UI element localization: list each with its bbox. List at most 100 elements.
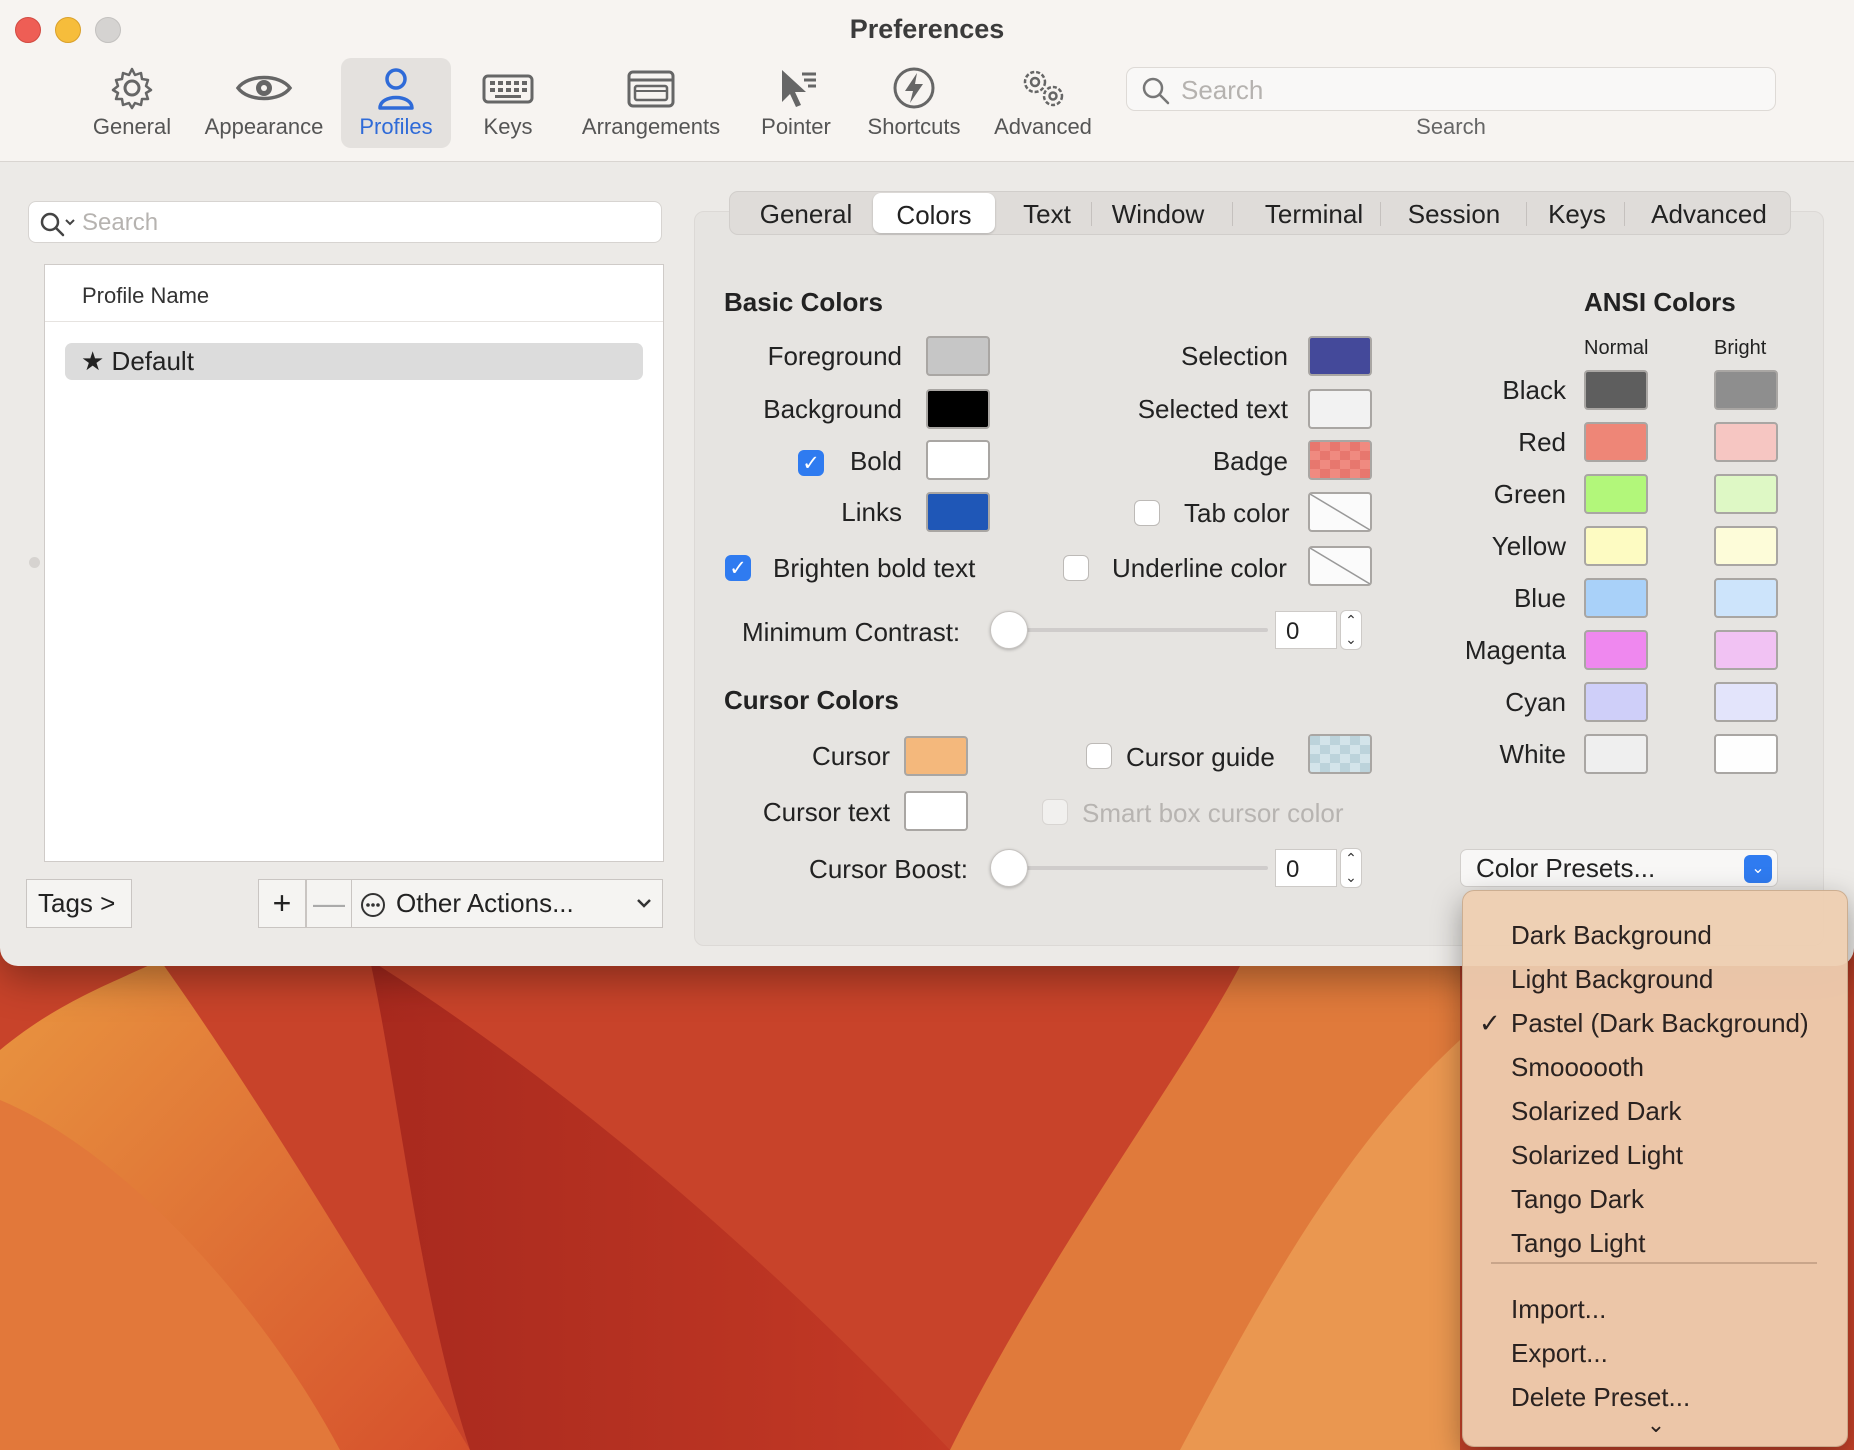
ansi-bright-green-well[interactable] (1714, 474, 1778, 514)
search-icon (40, 212, 75, 237)
ansi-normal-magenta-well[interactable] (1584, 630, 1648, 670)
toolbar-label: Arrangements (581, 114, 721, 139)
checker-pattern (1310, 442, 1370, 478)
cursor-boost-slider-track[interactable] (1012, 866, 1268, 870)
menu-item-dark-background[interactable]: Dark Background (1511, 920, 1712, 951)
toolbar-label: Profiles (359, 114, 433, 139)
ansi-bright-white-well[interactable] (1714, 734, 1778, 774)
badge-color-well[interactable] (1308, 440, 1372, 480)
menu-scroll-down-indicator[interactable]: ⌄ (1463, 1412, 1849, 1438)
underline-color-checkbox[interactable] (1063, 555, 1089, 581)
brighten-bold-checkbox[interactable]: ✓ (725, 555, 751, 581)
menu-item-export[interactable]: Export... (1511, 1338, 1608, 1369)
ansi-bright-blue-well[interactable] (1714, 578, 1778, 618)
ansi-normal-green-well[interactable] (1584, 474, 1648, 514)
ansi-bright-black-well[interactable] (1714, 370, 1778, 410)
color-presets-dropdown[interactable]: Color Presets... ⌄ (1460, 849, 1778, 887)
toolbar-search-field[interactable]: Search (1126, 67, 1776, 111)
tab-separator (1232, 202, 1233, 226)
tags-button[interactable]: Tags > (26, 879, 132, 928)
menu-item-tango-light[interactable]: Tango Light (1511, 1228, 1645, 1259)
split-handle[interactable] (29, 557, 40, 568)
ansi-normal-black-well[interactable] (1584, 370, 1648, 410)
window-arrangement-icon (627, 70, 675, 108)
search-placeholder: Search (82, 209, 159, 236)
tab-terminal[interactable]: Terminal (1244, 192, 1384, 234)
ansi-normal-yellow-well[interactable] (1584, 526, 1648, 566)
ansi-normal-white-well[interactable] (1584, 734, 1648, 774)
ansi-bright-magenta-well[interactable] (1714, 630, 1778, 670)
cursor-colors-heading: Cursor Colors (724, 685, 899, 715)
min-contrast-stepper[interactable]: ⌃ ⌄ (1340, 610, 1362, 650)
ansi-normal-header: Normal (1584, 337, 1649, 359)
tab-separator (1526, 202, 1527, 226)
bold-checkbox[interactable]: ✓ (798, 450, 824, 476)
profile-name-column-header[interactable]: Profile Name (45, 265, 663, 322)
bold-label: Bold (849, 446, 902, 476)
toolbar-keys[interactable]: Keys (468, 58, 548, 148)
toolbar-profiles[interactable]: Profiles (341, 58, 451, 148)
menu-item-import[interactable]: Import... (1511, 1294, 1606, 1325)
add-profile-button[interactable]: + (258, 879, 306, 928)
toolbar-arrangements[interactable]: Arrangements (574, 58, 728, 148)
toolbar-advanced[interactable]: Advanced (990, 58, 1096, 148)
toolbar-shortcuts[interactable]: Shortcuts (862, 58, 966, 148)
tab-session[interactable]: Session (1390, 192, 1518, 234)
tab-keys[interactable]: Keys (1536, 192, 1618, 234)
menu-item-pastel-dark-background[interactable]: Pastel (Dark Background) (1511, 1008, 1809, 1039)
smart-box-cursor-checkbox[interactable] (1042, 799, 1068, 825)
selected-text-color-well[interactable] (1308, 389, 1372, 429)
chevron-down-icon (637, 899, 651, 908)
toolbar-general[interactable]: General (80, 58, 184, 148)
tab-window[interactable]: Window (1102, 192, 1214, 234)
selection-color-well[interactable] (1308, 336, 1372, 376)
toolbar-pointer[interactable]: Pointer (750, 58, 842, 148)
foreground-label: Foreground (767, 341, 902, 371)
links-label: Links (841, 497, 902, 527)
menu-item-tango-dark[interactable]: Tango Dark (1511, 1184, 1644, 1215)
menu-item-solarized-light[interactable]: Solarized Light (1511, 1140, 1683, 1171)
ansi-bright-red-well[interactable] (1714, 422, 1778, 462)
tab-colors[interactable]: Colors (873, 193, 995, 233)
ansi-normal-red-well[interactable] (1584, 422, 1648, 462)
ansi-bright-yellow-well[interactable] (1714, 526, 1778, 566)
cursor-boost-stepper[interactable]: ⌃ ⌄ (1340, 848, 1362, 888)
menu-item-light-background[interactable]: Light Background (1511, 964, 1713, 995)
underline-color-well[interactable] (1308, 546, 1372, 586)
min-contrast-field[interactable]: 0 (1275, 611, 1337, 649)
ansi-normal-blue-well[interactable] (1584, 578, 1648, 618)
menu-item-delete-preset[interactable]: Delete Preset... (1511, 1382, 1690, 1413)
profile-row-default[interactable]: ★ Default (65, 343, 643, 380)
links-color-well[interactable] (926, 492, 990, 532)
ansi-label-cyan: Cyan (1505, 687, 1566, 717)
profile-search-field[interactable]: Search (28, 201, 662, 243)
min-contrast-slider-knob[interactable] (990, 611, 1028, 649)
bold-color-well[interactable] (926, 440, 990, 480)
ansi-bright-cyan-well[interactable] (1714, 682, 1778, 722)
tab-color-checkbox[interactable] (1134, 500, 1160, 526)
menu-item-solarized-dark[interactable]: Solarized Dark (1511, 1096, 1682, 1127)
tab-color-well[interactable] (1308, 492, 1372, 532)
ansi-normal-cyan-well[interactable] (1584, 682, 1648, 722)
background-color-well[interactable] (926, 389, 990, 429)
cursor-text-color-well[interactable] (904, 791, 968, 831)
eye-icon (235, 75, 293, 101)
min-contrast-label: Minimum Contrast: (742, 617, 961, 647)
ansi-label-white: White (1499, 739, 1566, 769)
ansi-label-yellow: Yellow (1491, 531, 1566, 561)
menu-item-smoooooth[interactable]: Smoooooth (1511, 1052, 1644, 1083)
remove-profile-button[interactable]: — (306, 879, 352, 928)
toolbar-appearance[interactable]: Appearance (196, 58, 332, 148)
cursor-color-well[interactable] (904, 736, 968, 776)
cursor-boost-field[interactable]: 0 (1275, 849, 1337, 887)
cursor-boost-slider-knob[interactable] (990, 849, 1028, 887)
other-actions-menu[interactable]: Other Actions... (351, 879, 663, 928)
min-contrast-slider-track[interactable] (1012, 628, 1268, 632)
lightning-icon (893, 67, 935, 109)
foreground-color-well[interactable] (926, 336, 990, 376)
tab-advanced[interactable]: Advanced (1634, 192, 1784, 234)
tab-general[interactable]: General (738, 192, 874, 234)
tab-text[interactable]: Text (1000, 192, 1094, 234)
cursor-guide-checkbox[interactable] (1086, 743, 1112, 769)
cursor-guide-color-well[interactable] (1308, 734, 1372, 774)
